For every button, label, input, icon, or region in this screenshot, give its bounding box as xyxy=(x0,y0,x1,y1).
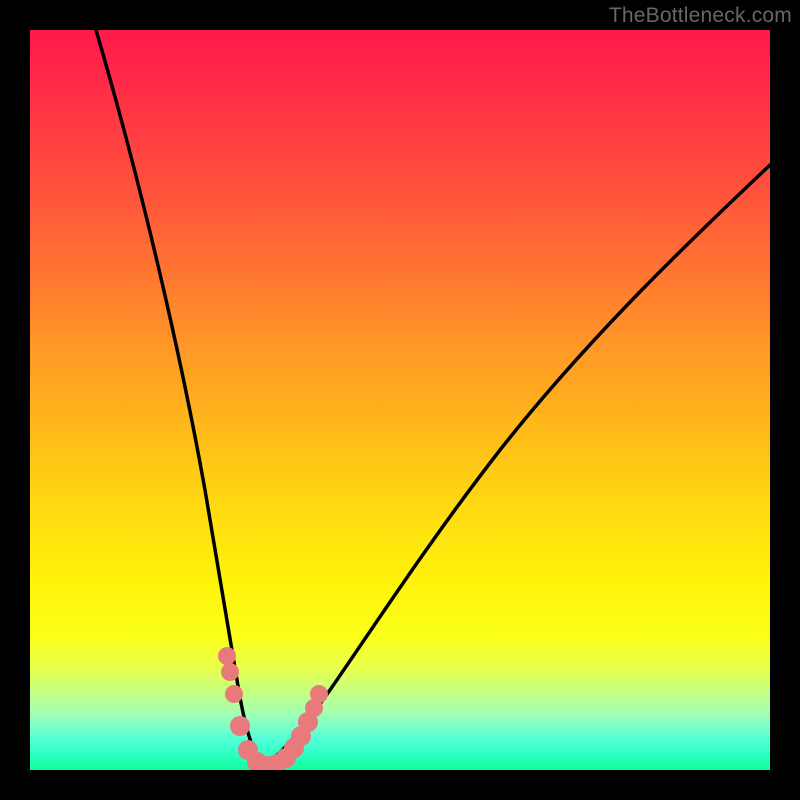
marker-cluster xyxy=(218,647,328,770)
curve-left-branch xyxy=(96,30,262,766)
chart-frame: TheBottleneck.com xyxy=(0,0,800,800)
curve-layer xyxy=(30,30,770,770)
plot-area xyxy=(30,30,770,770)
watermark-text: TheBottleneck.com xyxy=(609,4,792,28)
curve-right-branch xyxy=(262,165,770,766)
